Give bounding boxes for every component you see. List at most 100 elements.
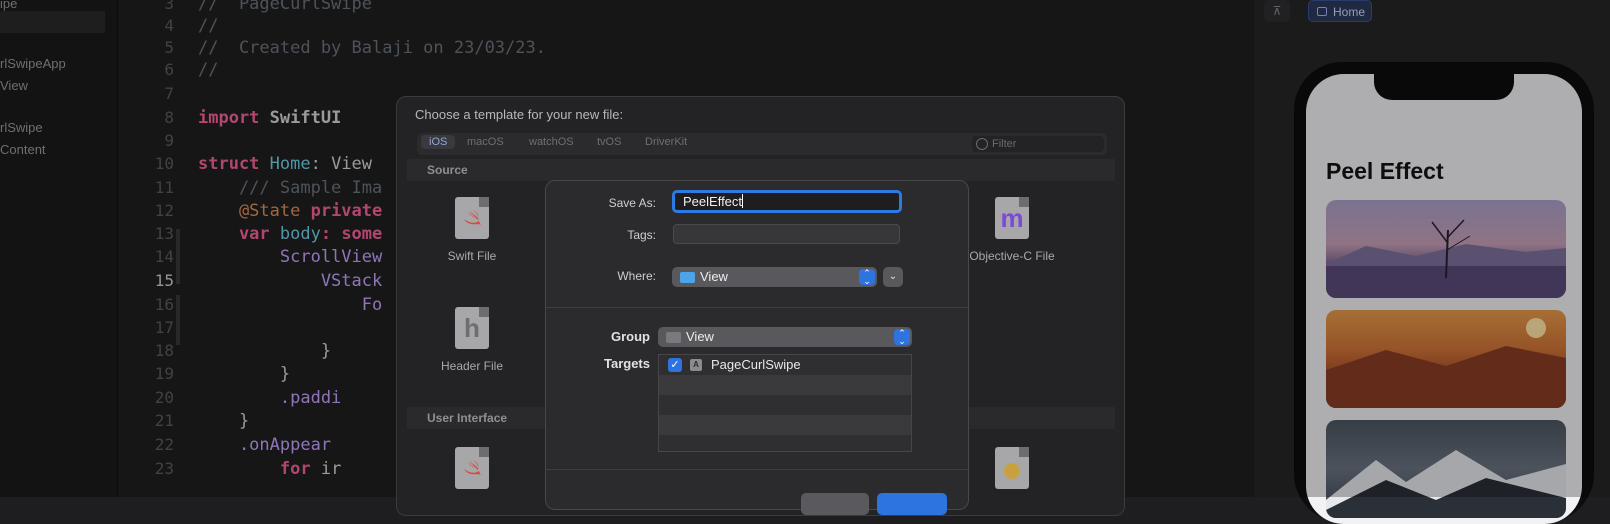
line-number: 13 [154, 224, 174, 243]
dialog-divider [546, 469, 970, 470]
group-popup[interactable]: View ⌃ ⌄ [658, 327, 912, 347]
line-number: 12 [154, 201, 174, 220]
fold-indicator[interactable] [176, 295, 180, 345]
tab-driverkit[interactable]: DriverKit [645, 136, 687, 148]
tab-ios[interactable]: iOS [421, 135, 456, 149]
preview-image-card[interactable] [1326, 200, 1566, 298]
code-line-20: .paddi [198, 388, 342, 408]
preview-home-chip[interactable]: Home [1308, 0, 1372, 22]
template-swift-file[interactable]: Swift File [412, 197, 532, 263]
line-number: 14 [154, 247, 174, 266]
protocol-conformance: : View [310, 154, 373, 174]
code-line-16: Fo [198, 295, 383, 315]
chevron-updown-icon: ⌃ ⌄ [894, 329, 910, 346]
where-label: Where: [617, 269, 656, 283]
keyword-some: : some [320, 224, 383, 244]
preview-image-card[interactable] [1326, 310, 1566, 408]
template-objc-file[interactable]: m Objective-C File [952, 197, 1072, 263]
template-header-file[interactable]: h Header File [412, 307, 532, 373]
navigator-item[interactable]: View [0, 76, 28, 96]
tab-macos[interactable]: macOS [467, 136, 504, 148]
fold-indicator[interactable] [176, 229, 180, 284]
attribute-state: @State [198, 201, 301, 221]
line-number: 20 [154, 388, 174, 407]
line-number: 6 [164, 60, 174, 79]
line-number: 18 [154, 341, 174, 360]
code-line-12: @State private [198, 200, 382, 222]
loop-variable: ir [310, 459, 342, 479]
device-notch [1374, 74, 1514, 100]
tree-image [1326, 219, 1566, 298]
module-name: SwiftUI [259, 108, 342, 128]
device-frame: Peel Effect [1294, 62, 1594, 524]
code-line-21: } [198, 411, 250, 431]
code-line-5: // Created by Balaji on 23/03/23. [198, 38, 546, 58]
struct-name: Home [259, 154, 311, 174]
code-line-13: var body: some [198, 223, 382, 245]
targets-label: Targets [604, 356, 650, 371]
line-number: 22 [154, 435, 174, 454]
folder-icon [680, 272, 695, 283]
pin-preview-button[interactable]: ⊼ [1264, 0, 1290, 22]
code-line-10: struct Home: View [198, 153, 372, 175]
line-number: 4 [164, 16, 174, 35]
code-line-8: import SwiftUI [198, 107, 341, 129]
target-row-empty [659, 375, 911, 395]
keyword-var: var [198, 224, 270, 244]
line-number: 9 [164, 131, 174, 150]
target-row-empty [659, 415, 911, 435]
line-number: 3 [164, 0, 174, 13]
line-number: 5 [164, 38, 174, 57]
project-navigator: ipe rlSwipeApp View rlSwipe Content [0, 0, 118, 497]
navigator-item[interactable]: Content [0, 140, 46, 160]
navigator-item[interactable]: ipe [0, 0, 17, 14]
code-line-4: // [198, 16, 219, 36]
template-header-file-label: Header File [440, 359, 504, 373]
keyword-for: for [198, 459, 311, 479]
storyboard-file-icon [995, 447, 1029, 489]
keyword-import: import [198, 108, 260, 128]
where-location-popup[interactable]: View ⌃ ⌄ [672, 267, 877, 287]
code-line-14: ScrollView [198, 247, 383, 267]
device-screen: Peel Effect [1306, 74, 1582, 524]
target-checkbox[interactable]: ✓ [668, 358, 682, 372]
tab-tvos[interactable]: tvOS [597, 136, 621, 148]
navigator-item[interactable]: rlSwipeApp [0, 54, 66, 74]
line-number: 17 [154, 318, 174, 337]
template-launch-screen[interactable] [952, 447, 1072, 489]
code-line-18: } [198, 341, 332, 361]
save-as-field[interactable]: PeelEffect [672, 190, 902, 213]
line-number-gutter: 3 4 5 6 7 8 9 10 11 12 13 14 15 16 17 18 19 20 21 22 23 [118, 0, 180, 497]
chevron-updown-icon: ⌃ ⌄ [859, 269, 875, 286]
cancel-button[interactable] [801, 493, 869, 515]
targets-list: ✓ A PageCurlSwipe [658, 354, 912, 452]
section-header-source: Source [407, 159, 1115, 181]
code-line-11: /// Sample Ima [198, 178, 383, 198]
code-line-15: VStack [198, 271, 383, 291]
navigator-item[interactable]: rlSwipe [0, 118, 43, 138]
header-file-icon: h [455, 307, 489, 349]
code-line-23: for ir [198, 458, 341, 480]
tab-watchos[interactable]: watchOS [529, 136, 574, 148]
objc-file-icon: m [995, 197, 1029, 239]
code-line-6: // [198, 60, 219, 80]
sunset-image [1326, 318, 1566, 408]
dialog-divider [546, 307, 970, 308]
filter-placeholder: Filter [992, 138, 1017, 150]
line-number: 15 [154, 271, 174, 290]
where-location-value: View [700, 269, 728, 284]
template-filter-field[interactable]: Filter [972, 136, 1104, 152]
code-line-19: } [198, 364, 291, 384]
target-row[interactable]: ✓ A PageCurlSwipe [659, 355, 911, 375]
tags-field[interactable] [673, 224, 900, 244]
create-button[interactable] [877, 493, 947, 515]
text-caret [742, 194, 744, 208]
view-icon [1317, 7, 1327, 16]
template-swiftui-view[interactable] [412, 447, 532, 489]
swift-file-icon [455, 197, 489, 239]
preview-image-card[interactable] [1326, 420, 1566, 518]
code-line-22: .onAppear [198, 435, 332, 455]
expand-browser-button[interactable]: ⌄ [883, 267, 903, 287]
line-number: 23 [154, 459, 174, 478]
group-label: Group [611, 329, 650, 344]
